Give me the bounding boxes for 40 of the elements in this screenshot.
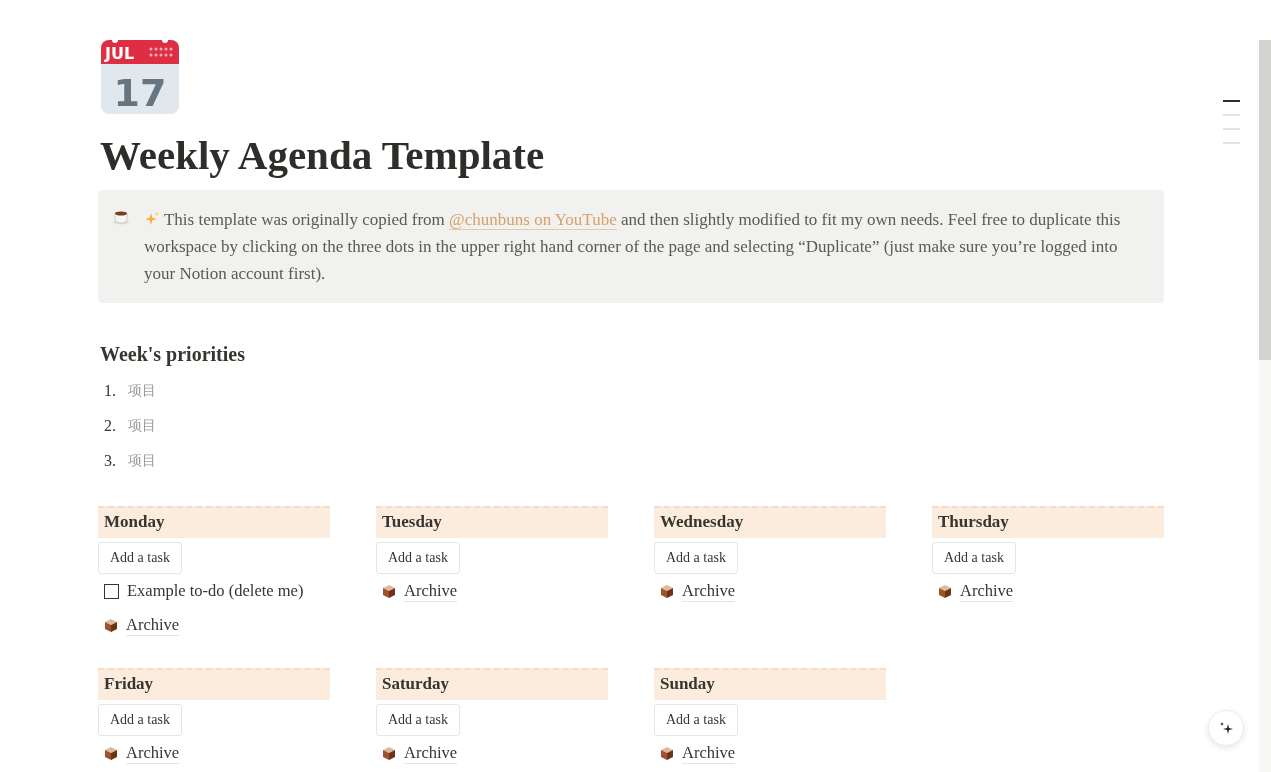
outline-marker[interactable] <box>1223 100 1240 102</box>
day-heading: Thursday <box>932 506 1164 538</box>
day-heading: Wednesday <box>654 506 886 538</box>
scrollbar[interactable] <box>1259 40 1271 772</box>
checkbox[interactable] <box>104 583 119 599</box>
section-heading: Week's priorities <box>100 342 246 367</box>
list-number: 2. <box>104 416 117 435</box>
list-number: 1. <box>104 381 117 400</box>
callout-text: This template was originally copied from @chunbuns on YouTube and then slightly modified to fit my own needs. Feel free to duplicate this workspace by clicking on the three dots in the upper right hand corner of the page and selecting “Duplicate” (just make sure you’re logged into your Notion account first). <box>144 209 1122 285</box>
archive-link[interactable]: Archive <box>126 614 180 636</box>
day-heading: Saturday <box>376 668 608 700</box>
archive-link[interactable]: Archive <box>682 580 736 602</box>
day-heading: Tuesday <box>376 506 608 538</box>
add-task-button[interactable]: Add a task <box>98 704 182 736</box>
list-number: 3. <box>104 451 117 470</box>
coffee-icon <box>112 209 130 225</box>
archive-link[interactable]: Archive <box>126 742 180 764</box>
archive-link[interactable]: Archive <box>404 580 458 602</box>
day-heading: Friday <box>98 668 330 700</box>
add-task-button[interactable]: Add a task <box>376 542 460 574</box>
add-task-button[interactable]: Add a task <box>932 542 1016 574</box>
cube-icon <box>660 745 674 761</box>
archive-link[interactable]: Archive <box>960 580 1014 602</box>
todo-text: Example to-do (delete me) <box>127 581 304 601</box>
day-heading: Monday <box>98 506 330 538</box>
add-task-button[interactable]: Add a task <box>98 542 182 574</box>
add-task-button[interactable]: Add a task <box>654 542 738 574</box>
cube-icon <box>660 583 674 599</box>
cube-icon <box>382 583 396 599</box>
cube-icon <box>382 745 396 761</box>
cube-icon <box>938 583 952 599</box>
cube-icon <box>104 745 118 761</box>
cube-icon <box>104 617 118 633</box>
add-task-button[interactable]: Add a task <box>376 704 460 736</box>
archive-link[interactable]: Archive <box>682 742 736 764</box>
day-heading: Sunday <box>654 668 886 700</box>
page-title: Weekly Agenda Template <box>100 131 546 180</box>
sparkle-button[interactable] <box>1208 710 1244 746</box>
add-task-button[interactable]: Add a task <box>654 704 738 736</box>
archive-link[interactable]: Archive <box>404 742 458 764</box>
